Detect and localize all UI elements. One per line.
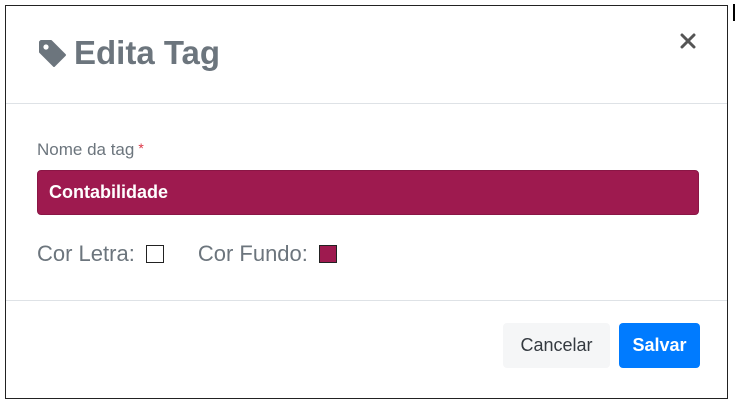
background-color-swatch[interactable] — [318, 245, 337, 263]
tag-name-input[interactable] — [37, 170, 699, 215]
required-marker: * — [138, 140, 144, 156]
tag-name-label-text: Nome da tag — [37, 140, 135, 159]
dialog-footer: Cancelar Salvar — [6, 302, 727, 398]
close-button[interactable] — [677, 32, 699, 54]
text-cursor-marker — [733, 4, 735, 21]
text-color-swatch[interactable] — [145, 245, 164, 263]
dialog-title-text: Edita Tag — [74, 34, 221, 71]
close-icon — [680, 33, 696, 54]
text-color-label: Cor Letra: — [37, 241, 135, 266]
tag-icon — [38, 38, 68, 68]
dialog-body: Nome da tag* Cor Letra: Cor Fundo: — [6, 104, 727, 301]
edit-tag-dialog: Edita Tag Nome da tag* Cor Letra: Cor Fu… — [5, 5, 728, 399]
dialog-title: Edita Tag — [38, 33, 220, 73]
color-options: Cor Letra: Cor Fundo: — [37, 241, 337, 267]
save-button[interactable]: Salvar — [619, 323, 700, 368]
background-color-label: Cor Fundo: — [197, 241, 308, 266]
dialog-header: Edita Tag — [6, 6, 727, 104]
cancel-button[interactable]: Cancelar — [503, 323, 610, 368]
tag-name-label: Nome da tag * — [37, 140, 144, 160]
